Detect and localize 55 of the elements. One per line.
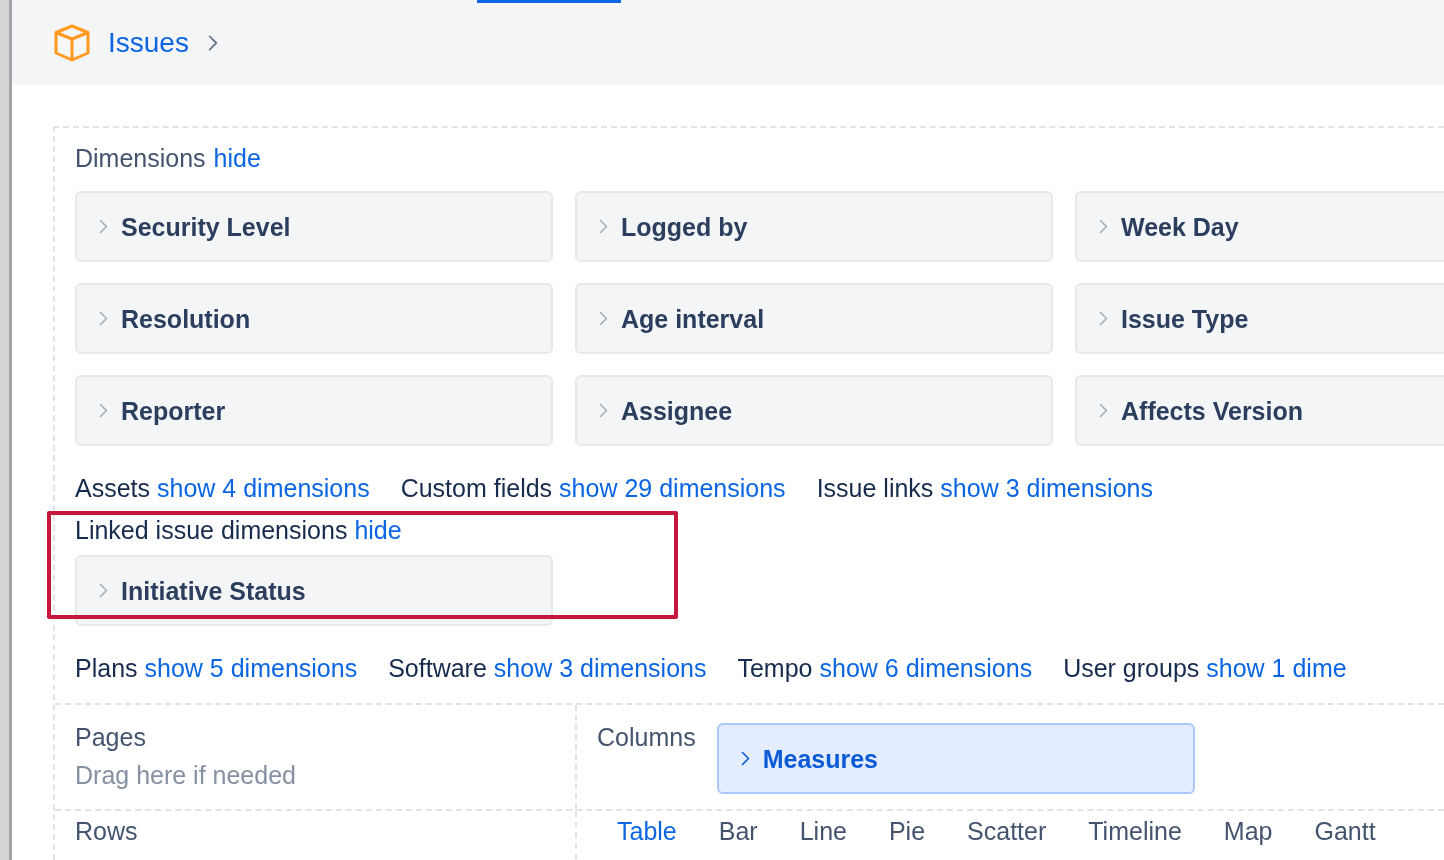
show-dimensions-link[interactable]: show 4 dimensions bbox=[157, 472, 370, 504]
dimension-chip[interactable]: Reporter bbox=[75, 375, 553, 446]
show-dimensions-link[interactable]: show 29 dimensions bbox=[559, 472, 786, 504]
chart-type-tab[interactable]: Timeline bbox=[1088, 817, 1182, 860]
chevron-icon bbox=[99, 311, 108, 326]
dimension-chip[interactable]: Age interval bbox=[575, 283, 1053, 354]
group-label: Issue links bbox=[816, 473, 934, 504]
measure-chip[interactable]: Measures bbox=[716, 723, 1195, 794]
dimension-chip[interactable]: Assignee bbox=[575, 375, 1053, 446]
show-dimensions-link[interactable]: show 5 dimensions bbox=[144, 652, 358, 684]
chart-type-tab[interactable]: Table bbox=[617, 817, 677, 860]
chevron-icon bbox=[1099, 311, 1108, 326]
group-label: Assets bbox=[75, 473, 151, 504]
chevron-icon bbox=[599, 403, 608, 418]
chevron-icon bbox=[99, 403, 108, 418]
group-label: Linked issue dimensions bbox=[75, 515, 348, 546]
chevron-icon bbox=[1099, 219, 1108, 234]
dimension-chip[interactable]: Resolution bbox=[75, 283, 553, 354]
chevron-icon bbox=[599, 219, 608, 234]
show-dimensions-link[interactable]: show 3 dimensions bbox=[493, 652, 707, 684]
breadcrumb-link[interactable]: Issues bbox=[108, 24, 189, 61]
dimension-chip[interactable]: Week Day bbox=[1075, 191, 1444, 262]
cube-icon bbox=[52, 22, 92, 63]
show-dimensions-link[interactable]: show 3 dimensions bbox=[940, 472, 1153, 504]
chevron-icon bbox=[99, 219, 108, 234]
group-label: Software bbox=[388, 653, 487, 684]
group-label: User groups bbox=[1063, 653, 1200, 684]
show-dimensions-link[interactable]: show 6 dimensions bbox=[819, 652, 1033, 684]
show-dimensions-link[interactable]: show 1 dime bbox=[1206, 652, 1347, 684]
dimension-chip[interactable]: Issue Type bbox=[1075, 283, 1444, 354]
chevron-icon bbox=[99, 583, 108, 598]
section-title: Columns bbox=[597, 722, 696, 753]
hide-link[interactable]: hide bbox=[354, 514, 402, 546]
chevron-icon bbox=[1099, 403, 1108, 418]
drop-zone-hint: Drag here if needed bbox=[75, 760, 297, 791]
group-label: Tempo bbox=[737, 653, 813, 684]
section-title: Pages bbox=[75, 722, 147, 753]
group-label: Custom fields bbox=[400, 473, 553, 504]
chart-type-tab[interactable]: Line bbox=[799, 817, 847, 860]
section-title: Rows bbox=[75, 817, 139, 845]
chart-type-tab[interactable]: Scatter bbox=[967, 817, 1047, 860]
dimension-chip[interactable]: Initiative Status bbox=[75, 555, 553, 626]
chart-type-tab[interactable]: Gantt bbox=[1314, 817, 1376, 860]
chevron-icon bbox=[740, 751, 750, 766]
group-label: Plans bbox=[75, 653, 138, 684]
dimension-chip[interactable]: Logged by bbox=[575, 191, 1053, 262]
chart-type-tab[interactable]: Bar bbox=[718, 817, 758, 860]
hide-link[interactable]: hide bbox=[213, 142, 261, 174]
chart-type-tab[interactable]: Map bbox=[1223, 817, 1273, 860]
chevron-icon bbox=[207, 33, 218, 52]
chevron-icon bbox=[599, 311, 608, 326]
chart-type-tab[interactable]: Pie bbox=[888, 817, 926, 860]
dimension-chip[interactable]: Affects Version bbox=[1075, 375, 1444, 446]
dimension-chip[interactable]: Security Level bbox=[75, 191, 553, 262]
section-title: Dimensions bbox=[75, 143, 206, 174]
